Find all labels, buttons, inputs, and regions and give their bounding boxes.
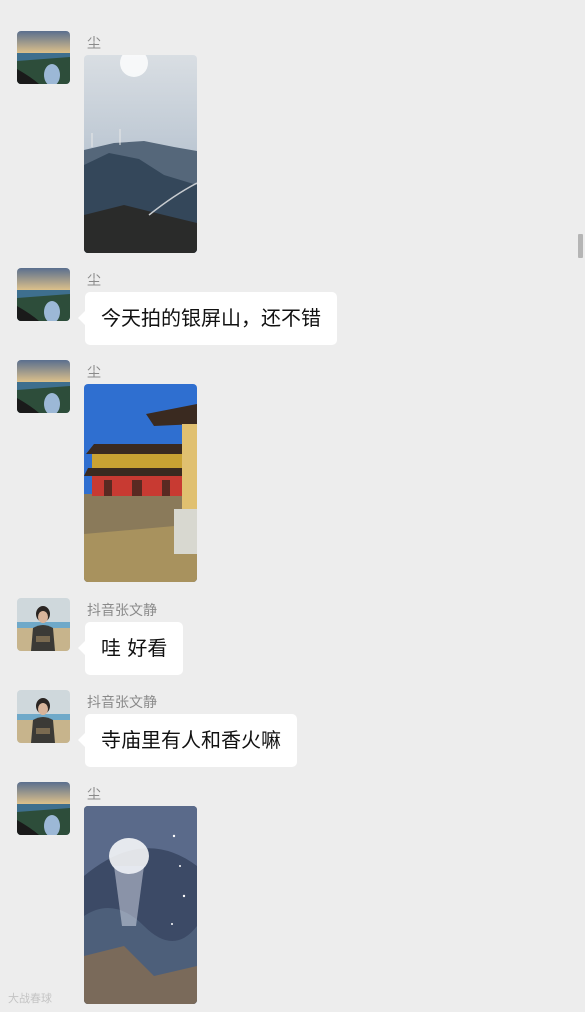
watermark: 大战春球	[8, 992, 52, 1005]
avatar[interactable]	[17, 782, 70, 835]
message-bubble[interactable]: 哇 好看	[77, 622, 184, 675]
avatar-landscape-image	[17, 268, 70, 321]
sender-name: 尘	[87, 36, 101, 52]
sender-name: 尘	[87, 273, 101, 289]
avatar[interactable]	[17, 31, 70, 84]
sender-name: 尘	[87, 365, 101, 381]
avatar[interactable]	[17, 360, 70, 413]
scrollbar-thumb[interactable]	[578, 234, 583, 258]
mountain-windmill-photo	[84, 55, 197, 253]
temple-photo	[84, 384, 197, 582]
avatar[interactable]	[17, 690, 70, 743]
sender-name: 抖音张文静	[87, 603, 157, 619]
image-message[interactable]	[84, 384, 197, 582]
message-bubble[interactable]: 今天拍的银屏山，还不错	[78, 292, 337, 345]
message-bubble[interactable]: 寺庙里有人和香火嘛	[78, 714, 297, 767]
avatar[interactable]	[17, 598, 70, 651]
avatar-landscape-image	[17, 360, 70, 413]
avatar-landscape-image	[17, 782, 70, 835]
cave-photo	[84, 806, 197, 1004]
avatar-person-image	[17, 598, 70, 651]
avatar[interactable]	[17, 268, 70, 321]
avatar-landscape-image	[17, 31, 70, 84]
image-message[interactable]	[84, 55, 197, 253]
sender-name: 抖音张文静	[87, 695, 157, 711]
sender-name: 尘	[87, 787, 101, 803]
avatar-person-image	[17, 690, 70, 743]
image-message[interactable]	[84, 806, 197, 1004]
